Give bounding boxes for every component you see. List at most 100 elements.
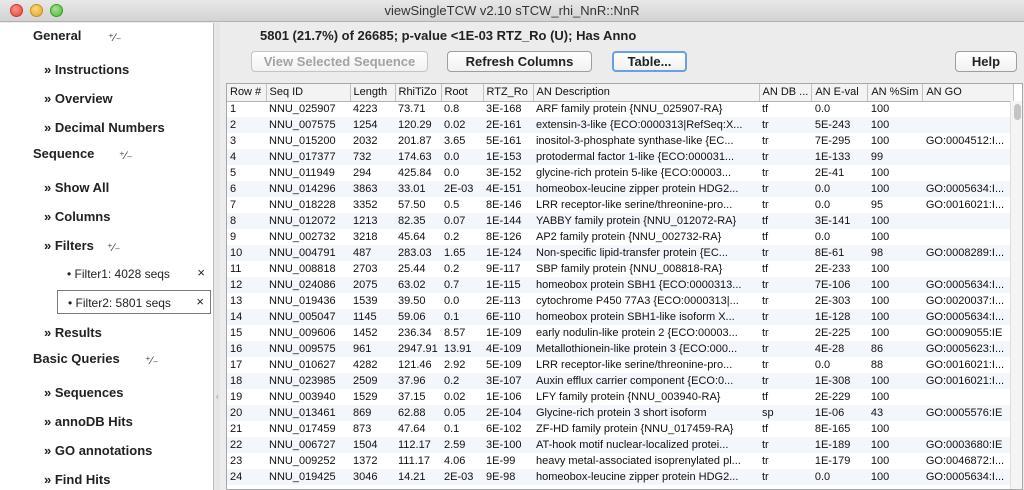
- table-cell: 24: [230, 471, 243, 483]
- table-cell: 14: [230, 311, 243, 323]
- table-row[interactable]: 9 NNU_002732 3218 45.64 0.2 8E-126 AP2 family …: [227, 229, 1014, 245]
- sidebar-item-filters[interactable]: » Filters: [44, 238, 94, 253]
- table-menu-button[interactable]: Table...: [612, 51, 687, 72]
- table-row[interactable]: 12 NNU_024086 2075 63.02 0.7 1E-115 homeobox p…: [227, 277, 1014, 293]
- table-row[interactable]: 2 NNU_007575 1254 120.29 0.02 2E-161 extensin-…: [227, 117, 1014, 133]
- table-cell: 236.34: [398, 327, 432, 339]
- table-cell: 2E-303: [814, 295, 851, 307]
- column-header[interactable]: AN GO: [922, 84, 1015, 102]
- expand-collapse-icon[interactable]: ⁺∕₋: [145, 354, 158, 367]
- sidebar-item-annodb-hits[interactable]: » annoDB Hits: [44, 414, 133, 429]
- window-title: viewSingleTCW v2.10 sTCW_rhi_NnR::NnR: [384, 3, 640, 18]
- table-cell: 8.57: [444, 327, 466, 339]
- scrollbar-thumb[interactable]: [1014, 104, 1021, 120]
- table-cell: Non-specific lipid-transfer protein {EC.…: [536, 247, 728, 259]
- column-header[interactable]: Row #: [227, 84, 267, 102]
- table-row[interactable]: 23 NNU_009252 1372 111.17 4.06 1E-99 heavy met…: [227, 453, 1014, 469]
- table-cell: GO:0004512:I...: [925, 135, 1005, 147]
- column-header[interactable]: RhiTiZo: [395, 84, 442, 102]
- section-sequence[interactable]: Sequence: [33, 146, 94, 161]
- table-cell: NNU_009252: [269, 455, 336, 467]
- table-cell: heavy metal-associated isoprenylated pl.…: [536, 455, 741, 467]
- sidebar-item-results[interactable]: » Results: [44, 325, 102, 340]
- close-icon[interactable]: ×: [197, 265, 205, 280]
- sidebar-item-sequences[interactable]: » Sequences: [44, 385, 124, 400]
- section-basic-queries[interactable]: Basic Queries: [33, 351, 120, 366]
- table-cell: 174.63: [398, 151, 432, 163]
- table-row[interactable]: 17 NNU_010627 4282 121.46 2.92 5E-109 LRR rece…: [227, 357, 1014, 373]
- table-row[interactable]: 1 NNU_025907 4223 73.71 0.8 3E-168 ARF family …: [227, 101, 1014, 117]
- column-header[interactable]: Seq ID: [266, 84, 351, 102]
- table-cell: 201.87: [398, 135, 432, 147]
- sidebar-item-decimal-numbers[interactable]: » Decimal Numbers: [44, 120, 165, 135]
- filter-item-1[interactable]: • Filter1: 4028 seqs ×: [57, 262, 211, 286]
- table-row[interactable]: 15 NNU_009606 1452 236.34 8.57 1E-109 early no…: [227, 325, 1014, 341]
- table-cell: 1E-109: [486, 327, 522, 339]
- table-cell: 0.5: [444, 199, 460, 211]
- sequence-table[interactable]: Row # Seq ID Length RhiTiZo Root RTZ_Ro AN Des…: [226, 83, 1023, 490]
- table-cell: 16: [230, 343, 243, 355]
- table-row[interactable]: 22 NNU_006727 1504 112.17 2.59 3E-100 AT-hook …: [227, 437, 1014, 453]
- table-cell: inositol-3-phosphate synthase-like {EC..…: [536, 135, 734, 147]
- table-row[interactable]: 4 NNU_017377 732 174.63 0.0 1E-153 protodermal…: [227, 149, 1014, 165]
- column-header[interactable]: AN E-val: [811, 84, 869, 102]
- drag-handle-icon[interactable]: ‹: [216, 392, 219, 401]
- table-row[interactable]: 10 NNU_004791 487 283.03 1.65 1E-124 Non-speci…: [227, 245, 1014, 261]
- table-cell: tr: [762, 183, 769, 195]
- table-row[interactable]: 3 NNU_015200 2032 201.87 3.65 5E-161 inositol-…: [227, 133, 1014, 149]
- table-row[interactable]: 8 NNU_012072 1213 82.35 0.07 1E-144 YABBY fami…: [227, 213, 1014, 229]
- table-row[interactable]: 13 NNU_019436 1539 39.50 0.0 2E-113 cytochrome…: [227, 293, 1014, 309]
- column-header[interactable]: Length: [350, 84, 396, 102]
- sidebar-item-show-all[interactable]: » Show All: [44, 180, 109, 195]
- table-row[interactable]: 5 NNU_011949 294 425.84 0.0 3E-152 glycine-ric…: [227, 165, 1014, 181]
- table-row[interactable]: 24 NNU_019425 3046 14.21 2E-03 9E-98 homeobox-…: [227, 469, 1014, 485]
- table-cell: 1: [230, 103, 237, 116]
- table-row[interactable]: 19 NNU_003940 1529 37.15 0.02 1E-106 LFY famil…: [227, 389, 1014, 405]
- table-cell: [923, 389, 1014, 405]
- sidebar-item-find-hits[interactable]: » Find Hits: [44, 472, 110, 487]
- sidebar-item-columns[interactable]: » Columns: [44, 209, 110, 224]
- column-header[interactable]: AN DB ...: [759, 84, 813, 102]
- refresh-columns-button[interactable]: Refresh Columns: [447, 51, 592, 72]
- table-cell: 6: [230, 183, 237, 195]
- close-icon[interactable]: ×: [196, 294, 204, 309]
- filter-item-2[interactable]: • Filter2: 5801 seqs ×: [57, 290, 211, 314]
- table-cell: GO:0005576:IE: [925, 407, 1003, 419]
- sidebar-item-overview[interactable]: » Overview: [44, 91, 113, 106]
- table-row[interactable]: 14 NNU_005047 1145 59.06 0.1 6E-110 homeobox p…: [227, 309, 1014, 325]
- column-header[interactable]: AN %Sim: [867, 84, 924, 102]
- expand-collapse-icon[interactable]: ⁺∕₋: [108, 31, 121, 44]
- vertical-scrollbar[interactable]: [1010, 101, 1022, 489]
- table-cell: 100: [870, 375, 890, 387]
- column-header[interactable]: AN Description: [533, 84, 760, 102]
- section-general[interactable]: General: [33, 28, 81, 43]
- table-row[interactable]: 18 NNU_023985 2509 37.96 0.2 3E-107 Auxin effl…: [227, 373, 1014, 389]
- table-cell: 3.65: [444, 135, 466, 147]
- expand-collapse-icon[interactable]: ⁺∕₋: [119, 149, 132, 162]
- table-cell: 8: [230, 215, 237, 227]
- column-header[interactable]: Root: [441, 84, 484, 102]
- table-row[interactable]: 11 NNU_008818 2703 25.44 0.2 9E-117 SBP family…: [227, 261, 1014, 277]
- expand-collapse-icon[interactable]: ⁺∕₋: [107, 241, 120, 254]
- table-cell: 112.17: [398, 439, 431, 451]
- help-button[interactable]: Help: [955, 51, 1017, 72]
- table-cell: 3218: [353, 231, 378, 243]
- table-cell: LFY family protein {NNU_003940-RA}: [536, 391, 721, 403]
- table-cell: 0.0: [814, 199, 831, 211]
- table-row[interactable]: 21 NNU_017459 873 47.64 0.1 6E-102 ZF-HD famil…: [227, 421, 1014, 437]
- table-row[interactable]: 7 NNU_018228 3352 57.50 0.5 8E-146 LRR recepto…: [227, 197, 1014, 213]
- table-cell: 21: [230, 423, 243, 435]
- column-header[interactable]: RTZ_Ro: [483, 84, 534, 102]
- sidebar-item-instructions[interactable]: » Instructions: [44, 62, 129, 77]
- table-row[interactable]: 16 NNU_009575 961 2947.91 13.91 4E-109 Metallo…: [227, 341, 1014, 357]
- table-row[interactable]: 20 NNU_013461 869 62.88 0.05 2E-104 Glycine-ri…: [227, 405, 1014, 421]
- table-cell: 7E-295: [814, 135, 851, 147]
- table-cell: tf: [762, 215, 769, 227]
- view-selected-sequence-button[interactable]: View Selected Sequence: [251, 51, 428, 72]
- table-cell: 1529: [353, 391, 378, 403]
- table-cell: 100: [870, 455, 890, 467]
- table-cell: NNU_018228: [269, 199, 336, 211]
- table-cell: tr: [762, 119, 769, 131]
- sidebar-item-go-annotations[interactable]: » GO annotations: [44, 443, 152, 458]
- table-row[interactable]: 6 NNU_014296 3863 33.01 2E-03 4E-151 homeobox-…: [227, 181, 1014, 197]
